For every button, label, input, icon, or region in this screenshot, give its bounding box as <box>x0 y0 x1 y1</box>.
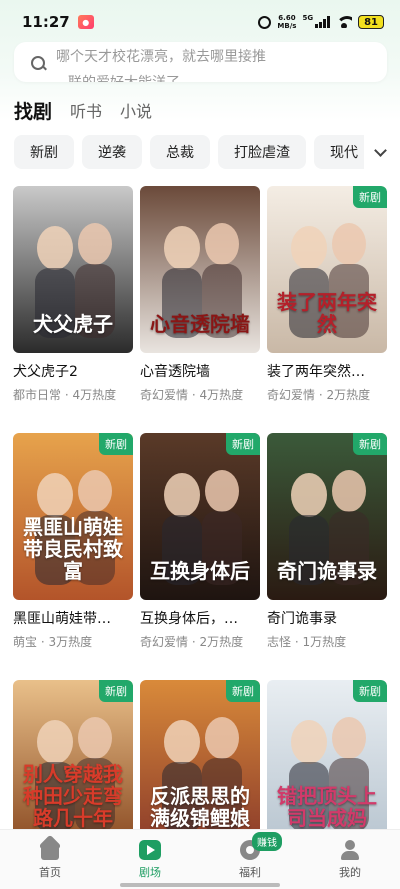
drama-poster[interactable]: 互换身体后 新剧 <box>140 433 260 600</box>
alarm-icon <box>258 15 272 29</box>
search-placeholder-line2: 联的爱好大能洋了 <box>68 72 180 82</box>
drama-title[interactable]: 互换身体后，… <box>140 610 260 628</box>
drama-title[interactable]: 奇门诡事录 <box>267 610 387 628</box>
drama-card[interactable]: 犬父虎子犬父虎子2 都市日常 · 4万热度 <box>13 186 133 433</box>
chip-revenge[interactable]: 打脸虐渣 <box>218 135 306 169</box>
new-badge: 新剧 <box>226 680 260 702</box>
tab-find-drama[interactable]: 找剧 <box>14 98 52 126</box>
drama-meta: 奇幻爱情 · 2万热度 <box>140 635 244 649</box>
drama-poster[interactable]: 心音透院墙 <box>140 186 260 353</box>
user-icon <box>339 840 361 860</box>
battery-icon: 81 <box>358 15 384 29</box>
search-input[interactable]: 哪个天才校花漂亮，就去哪里接推 联的爱好大能洋了 <box>14 42 387 82</box>
new-badge: 新剧 <box>353 186 387 208</box>
network-speed-value: 6.60 <box>278 14 296 22</box>
nav-rewards[interactable]: 赚钱 福利 <box>200 830 300 889</box>
nav-home-label: 首页 <box>39 866 61 879</box>
signal-icon <box>315 16 331 28</box>
chip-comeback[interactable]: 逆袭 <box>82 135 142 169</box>
drama-poster[interactable]: 犬父虎子 <box>13 186 133 353</box>
drama-poster[interactable]: 错把顶头上司当成妈 新剧 <box>267 680 387 847</box>
main-tabs: 找剧 听书 小说 <box>14 96 152 126</box>
poster-title: 反派思思的满级锦鲤娘 <box>150 784 250 830</box>
poster-title: 错把顶头上司当成妈 <box>277 784 377 830</box>
new-badge: 新剧 <box>353 680 387 702</box>
drama-title[interactable]: 犬父虎子2 <box>13 363 133 381</box>
status-indicators: 6.60 MB/s 5G 81 <box>258 14 384 30</box>
drama-poster[interactable]: 别人穿越我种田少走弯路几十年 新剧 <box>13 680 133 847</box>
network-speed: 6.60 MB/s <box>277 14 296 30</box>
wifi-icon <box>336 16 353 28</box>
drama-meta: 奇幻爱情 · 2万热度 <box>267 388 371 402</box>
drama-poster[interactable]: 装了两年突然 新剧 <box>267 186 387 353</box>
signal-type: 5G <box>302 14 314 22</box>
poster-title: 装了两年突然 <box>277 290 377 336</box>
status-bar: 11:27 ● 6.60 MB/s 5G 81 <box>0 0 400 44</box>
drama-card[interactable]: 装了两年突然 新剧装了两年突然… 奇幻爱情 · 2万热度 <box>267 186 387 433</box>
new-badge: 新剧 <box>353 433 387 455</box>
network-speed-unit: MB/s <box>277 22 297 30</box>
poster-title: 奇门诡事录 <box>277 559 377 583</box>
app-notification-icon: ● <box>77 15 94 29</box>
drama-poster[interactable]: 黑匪山萌娃带良民村致富 新剧 <box>13 433 133 600</box>
drama-card[interactable]: 互换身体后 新剧互换身体后，… 奇幻爱情 · 2万热度 <box>140 433 260 680</box>
drama-grid: 犬父虎子 犬父虎子2 都市日常 · 4万热度 心音透院墙 心音透院墙 奇幻爱情 · 4万热… <box>13 186 387 889</box>
drama-meta: 志怪 · 1万热度 <box>267 635 347 649</box>
poster-title: 犬父虎子 <box>33 312 113 336</box>
new-badge: 新剧 <box>99 433 133 455</box>
chevron-down-icon[interactable] <box>368 140 392 164</box>
tab-novel[interactable]: 小说 <box>120 98 152 126</box>
bottom-nav: 首页 剧场 赚钱 福利 我的 <box>0 829 400 889</box>
drama-title[interactable]: 装了两年突然… <box>267 363 387 381</box>
nav-home[interactable]: 首页 <box>0 830 100 889</box>
poster-title: 黑匪山萌娃带良民村致富 <box>23 515 123 583</box>
drama-meta: 萌宝 · 3万热度 <box>13 635 93 649</box>
tab-audiobook[interactable]: 听书 <box>70 98 102 126</box>
category-chips: 新剧 逆袭 总裁 打脸虐渣 现代 <box>14 135 364 169</box>
nav-profile-label: 我的 <box>339 866 361 879</box>
home-indicator <box>120 883 280 887</box>
drama-card[interactable]: 奇门诡事录 新剧奇门诡事录志怪 · 1万热度 <box>267 433 387 680</box>
nav-theater[interactable]: 剧场 <box>100 830 200 889</box>
poster-title: 别人穿越我种田少走弯路几十年 <box>23 762 123 830</box>
new-badge: 新剧 <box>226 433 260 455</box>
nav-theater-label: 剧场 <box>139 866 161 879</box>
earn-badge: 赚钱 <box>252 832 282 851</box>
search-placeholder-line1: 哪个天才校花漂亮，就去哪里接推 <box>56 49 266 65</box>
new-badge: 新剧 <box>99 680 133 702</box>
home-icon <box>39 840 61 860</box>
drama-title[interactable]: 黑匪山萌娃带… <box>13 610 133 628</box>
drama-poster[interactable]: 反派思思的满级锦鲤娘 新剧 <box>140 680 260 847</box>
drama-meta: 奇幻爱情 · 4万热度 <box>140 388 244 402</box>
drama-title[interactable]: 心音透院墙 <box>140 363 260 381</box>
drama-poster[interactable]: 奇门诡事录 新剧 <box>267 433 387 600</box>
drama-meta: 都市日常 · 4万热度 <box>13 388 117 402</box>
chip-new[interactable]: 新剧 <box>14 135 74 169</box>
nav-profile[interactable]: 我的 <box>300 830 400 889</box>
status-time: 11:27 <box>22 13 70 31</box>
poster-title: 心音透院墙 <box>150 312 250 336</box>
nav-rewards-label: 福利 <box>239 866 261 879</box>
drama-card[interactable]: 黑匪山萌娃带良民村致富 新剧黑匪山萌娃带… 萌宝 · 3万热度 <box>13 433 133 680</box>
drama-card[interactable]: 心音透院墙 心音透院墙 奇幻爱情 · 4万热度 <box>140 186 260 433</box>
theater-icon <box>139 840 161 860</box>
chip-modern[interactable]: 现代 <box>314 135 364 169</box>
poster-title: 互换身体后 <box>150 559 250 583</box>
chip-ceo[interactable]: 总裁 <box>150 135 210 169</box>
